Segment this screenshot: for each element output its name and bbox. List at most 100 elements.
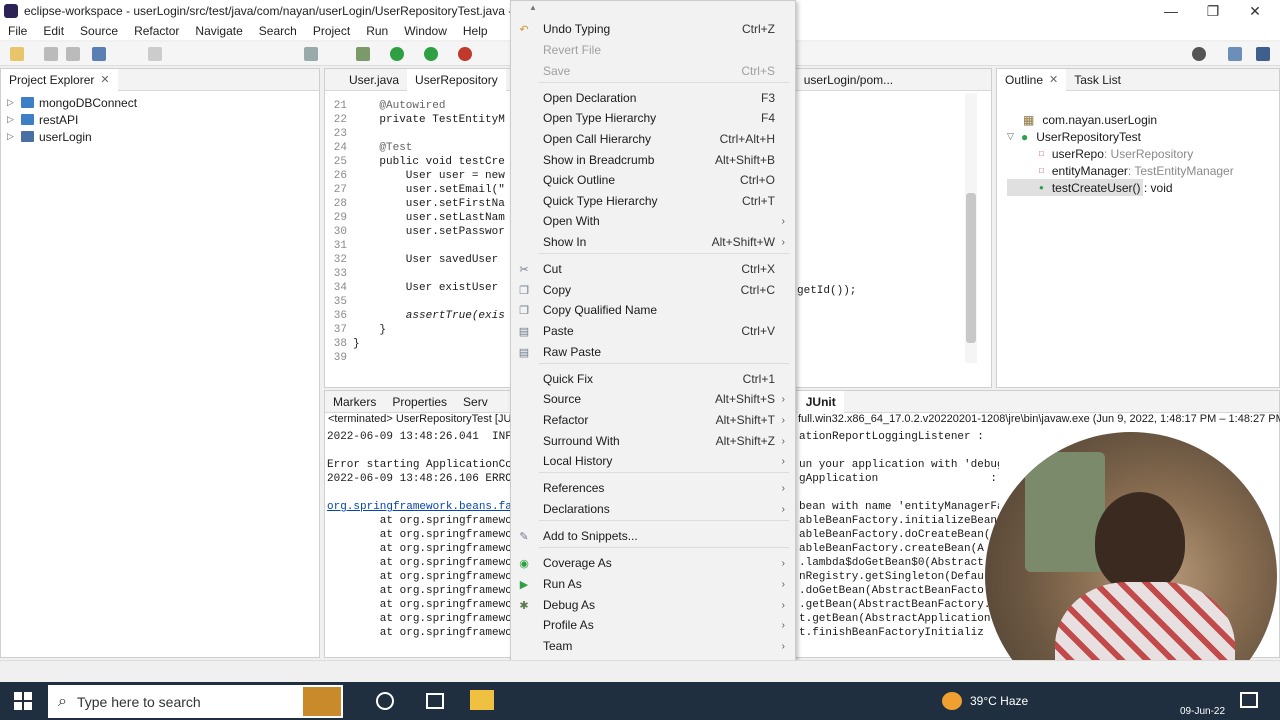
outline-class[interactable]: ▽ ● UserRepositoryTest [1007,128,1279,145]
tab-outline[interactable]: Outline ✕ [997,68,1067,91]
scroll-up-icon[interactable]: ▲ [529,3,537,12]
chevron-right-icon[interactable]: ▷ [7,131,17,142]
tab-userrepository[interactable]: UserRepository [407,68,506,91]
cortana-icon[interactable] [376,692,394,710]
console-link[interactable]: org.springframework.beans.fa [327,501,513,515]
run-icon[interactable] [390,47,404,61]
menu-run[interactable]: Run [358,24,396,38]
chevron-right-icon[interactable]: ▷ [7,114,17,125]
menu-search[interactable]: Search [251,24,305,38]
coverage-icon[interactable] [424,47,438,61]
tab-project-explorer[interactable]: Project Explorer ✕ [1,68,118,91]
console-line: at org.springframewo [327,557,512,569]
line-number: 38 [333,338,347,350]
menu-item-label: Team [543,639,573,653]
menu-item-source[interactable]: Source Alt+Shift+S › [511,389,795,409]
terminal-icon[interactable] [92,47,106,61]
windows-start-icon[interactable] [14,692,32,710]
menu-file[interactable]: File [0,24,35,38]
maximize-button[interactable]: ❐ [1192,0,1234,22]
menu-project[interactable]: Project [305,24,358,38]
console-output-right[interactable]: ationReportLoggingListener : un your app… [799,431,999,641]
outline-method-testcreateuser[interactable]: ● testCreateUser() : void [1007,179,1173,196]
date-text[interactable]: 09-Jun-22 [1180,706,1225,717]
menu-item-references[interactable]: References › [511,478,795,498]
external-tools-icon[interactable] [458,47,472,61]
tab-markers[interactable]: Markers [325,391,384,413]
task-view-icon[interactable] [426,693,444,709]
tree-item-restapi[interactable]: ▷ restAPI [7,111,319,128]
tab-pom[interactable]: userLogin/pom... [796,69,901,91]
tree-item-mongodbconnect[interactable]: ▷ mongoDBConnect [7,94,319,111]
close-icon[interactable]: ✕ [100,73,109,86]
menu-item-show-in-breadcrumb[interactable]: Show in Breadcrumb Alt+Shift+B [511,150,795,170]
menu-item-copy[interactable]: ❐ Copy Ctrl+C [511,280,795,300]
weather-text[interactable]: 39°C Haze [970,694,1028,708]
menu-item-quick-type-hierarchy[interactable]: Quick Type Hierarchy Ctrl+T [511,191,795,211]
toggle-icon[interactable] [304,47,318,61]
menu-item-debug-as[interactable]: ✱ Debug As › [511,595,795,615]
menu-item-paste[interactable]: ▤ Paste Ctrl+V [511,321,795,341]
tree-item-userlogin[interactable]: ▷ userLogin [7,128,319,145]
scrollbar-thumb[interactable] [966,193,976,343]
taskbar-search-box[interactable]: ⌕ Type here to search [48,685,343,718]
menu-help[interactable]: Help [455,24,496,38]
menu-item-team[interactable]: Team › [511,636,795,656]
menu-item-local-history[interactable]: Local History › [511,451,795,471]
outline-field-userrepo[interactable]: □ userRepo : UserRepository [1007,145,1279,162]
menu-item-show-in[interactable]: Show In Alt+Shift+W › [511,232,795,252]
chevron-down-icon[interactable]: ▽ [1007,131,1017,142]
resume-icon[interactable] [148,47,162,61]
chevron-right-icon[interactable]: ▷ [7,97,17,108]
menu-item-undo-typing[interactable]: ↶ Undo Typing Ctrl+Z [511,19,795,39]
menu-item-profile-as[interactable]: Profile As › [511,615,795,635]
menu-item-surround-with[interactable]: Surround With Alt+Shift+Z › [511,431,795,451]
java-perspective-icon[interactable] [1256,47,1270,61]
tab-properties[interactable]: Properties [384,391,455,413]
outline-field-entitymanager[interactable]: □ entityManager : TestEntityManager [1007,162,1279,179]
vertical-scrollbar[interactable] [965,93,977,363]
menu-item-add-to-snippets[interactable]: ✎ Add to Snippets... [511,526,795,546]
menu-window[interactable]: Window [396,24,455,38]
chevron-right-icon: › [781,619,785,631]
tab-user-java[interactable]: User.java [341,69,407,91]
notifications-icon[interactable] [1240,692,1258,708]
save-all-icon[interactable] [66,47,80,61]
menu-item-run-as[interactable]: ▶ Run As › [511,574,795,594]
close-window-button[interactable]: ✕ [1234,0,1276,22]
close-icon[interactable]: ✕ [1049,73,1058,86]
menu-refactor[interactable]: Refactor [126,24,187,38]
menu-item-cut[interactable]: ✂ Cut Ctrl+X [511,259,795,279]
menu-item-copy-qualified-name[interactable]: ❐ Copy Qualified Name [511,300,795,320]
menu-item-coverage-as[interactable]: ◉ Coverage As › [511,553,795,573]
perspective-icon[interactable] [1228,47,1242,61]
console-line: .getBean(AbstractBeanFactory. [799,599,991,611]
menu-navigate[interactable]: Navigate [187,24,250,38]
console-output-left[interactable]: 2022-06-09 13:48:26.041 INF Error starti… [327,431,513,641]
minimize-button[interactable]: — [1150,0,1192,22]
outline-package[interactable]: ▦ com.nayan.userLogin [1007,111,1279,128]
file-explorer-icon[interactable] [470,690,494,710]
menu-item-declarations[interactable]: Declarations › [511,499,795,519]
menu-edit[interactable]: Edit [35,24,72,38]
menu-item-open-declaration[interactable]: Open Declaration F3 [511,88,795,108]
search-icon[interactable] [1192,47,1206,61]
console-line: at org.springframewo [327,529,512,541]
menu-item-quick-outline[interactable]: Quick Outline Ctrl+O [511,170,795,190]
menu-item-open-with[interactable]: Open With › [511,211,795,231]
menu-item-open-type-hierarchy[interactable]: Open Type Hierarchy F4 [511,108,795,128]
menu-item-open-call-hierarchy[interactable]: Open Call Hierarchy Ctrl+Alt+H [511,129,795,149]
menu-item-refactor[interactable]: Refactor Alt+Shift+T › [511,410,795,430]
debug-icon[interactable] [356,47,370,61]
menu-source[interactable]: Source [72,24,126,38]
menu-item-raw-paste[interactable]: ▤ Raw Paste [511,342,795,362]
terminated-line: <terminated> UserRepositoryTest [JU full… [325,413,1280,427]
tab-task-list[interactable]: Task List [1066,69,1129,91]
menu-item-label: References [543,481,605,495]
menu-item-quick-fix[interactable]: Quick Fix Ctrl+1 [511,369,795,389]
tab-servers[interactable]: Serv [455,391,496,413]
save-icon[interactable] [44,47,58,61]
new-icon[interactable] [10,47,24,61]
tab-junit[interactable]: JUnit [797,390,844,413]
member-type: : UserRepository [1103,146,1194,161]
